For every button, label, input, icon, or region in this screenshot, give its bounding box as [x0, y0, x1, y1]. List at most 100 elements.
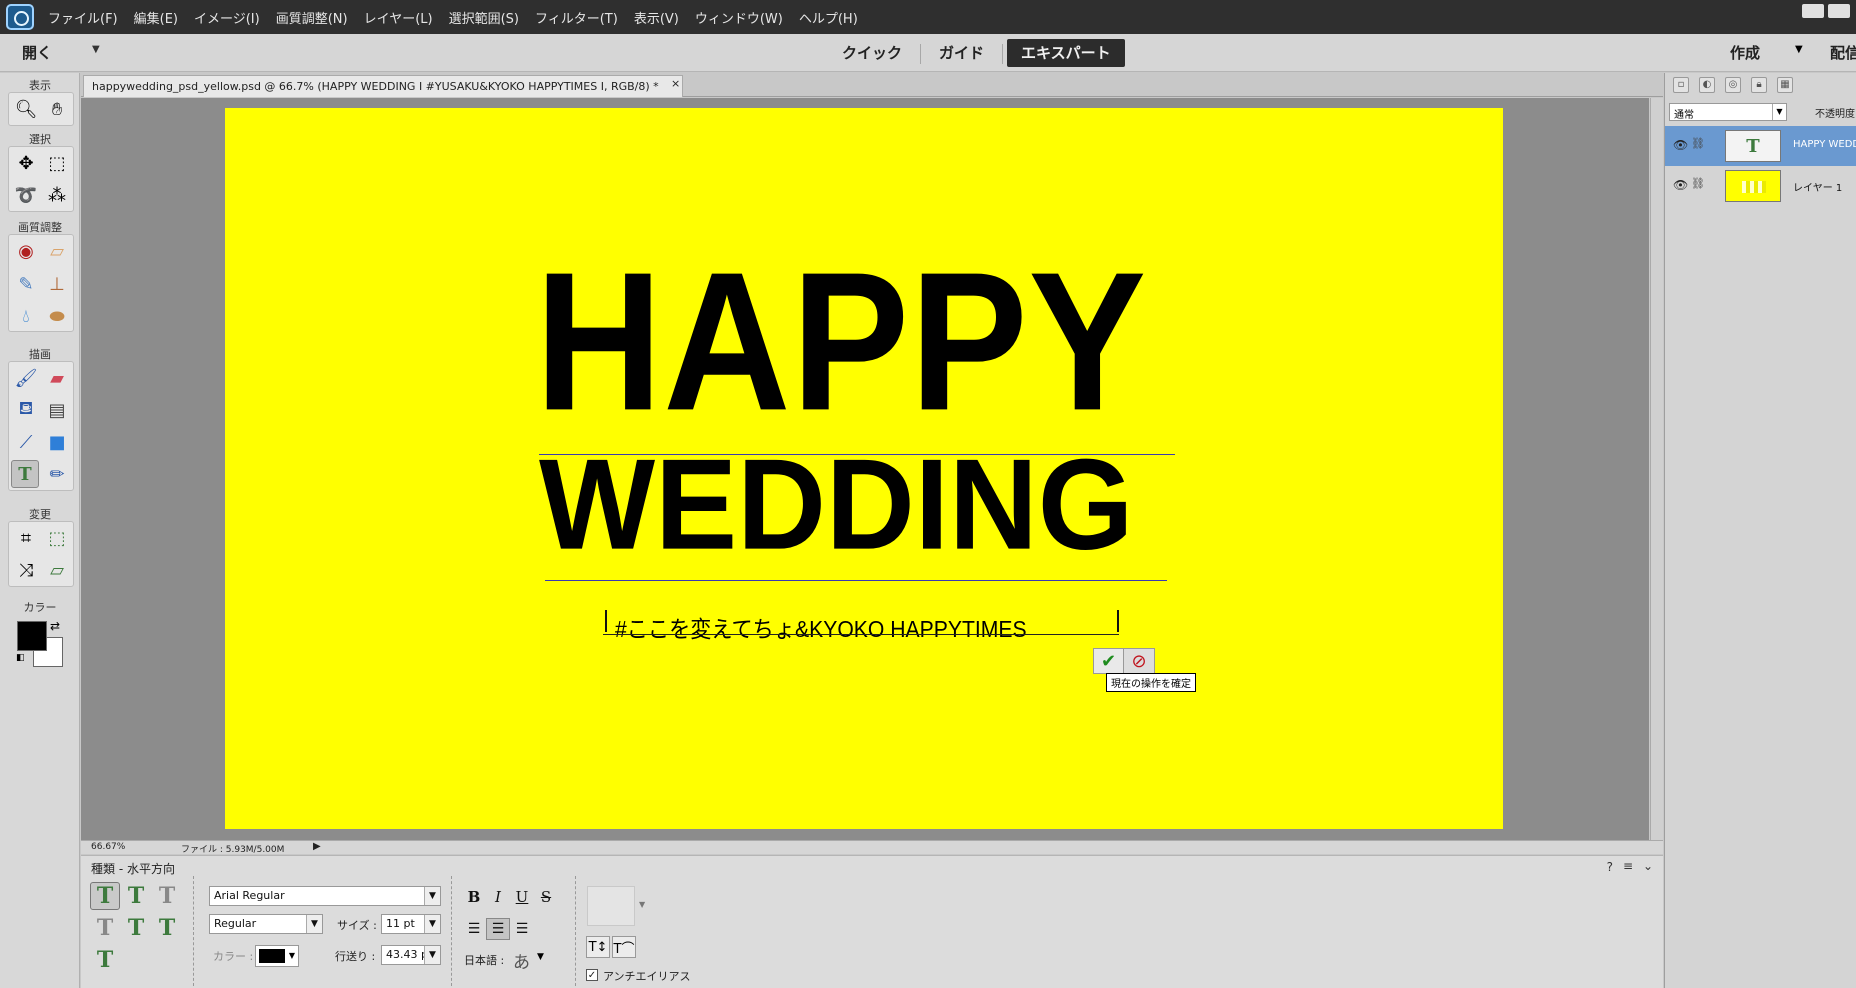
- menu-select[interactable]: 選択範囲(S): [449, 8, 519, 27]
- crop-tool-icon[interactable]: ⌗: [12, 524, 40, 552]
- options-menu-icon[interactable]: ≡: [1623, 859, 1633, 873]
- headline-wedding[interactable]: WEDDING: [539, 430, 1133, 579]
- italic-button[interactable]: I: [486, 886, 510, 908]
- brush-tool-icon[interactable]: 🖌︎: [12, 364, 40, 392]
- marquee-tool-icon[interactable]: ⬚: [43, 149, 71, 177]
- chevron-down-icon[interactable]: ▼: [639, 900, 645, 909]
- paint-bucket-tool-icon[interactable]: ⛾: [12, 396, 40, 424]
- menu-edit[interactable]: 編集(E): [134, 8, 178, 27]
- shape-tool-icon[interactable]: ■: [43, 428, 71, 456]
- lock-transparency-icon[interactable]: ▦: [1777, 77, 1793, 93]
- horizontal-type-mask-icon[interactable]: T: [152, 882, 182, 910]
- text-color-picker[interactable]: ▼: [255, 945, 299, 967]
- blur-tool-icon[interactable]: 💧︎: [12, 302, 40, 330]
- red-eye-tool-icon[interactable]: ◉: [12, 237, 40, 265]
- chevron-down-icon[interactable]: ▼: [537, 952, 544, 962]
- layer-mask-icon[interactable]: ◎: [1725, 77, 1741, 93]
- horizontal-type-icon[interactable]: T: [90, 882, 120, 910]
- tab-quick[interactable]: クイック: [828, 39, 916, 67]
- straighten-tool-icon[interactable]: ⏥: [43, 556, 71, 584]
- open-button[interactable]: 開く: [22, 42, 52, 63]
- zoom-tool-icon[interactable]: 🔍︎: [12, 95, 40, 123]
- magic-wand-tool-icon[interactable]: ⁂: [43, 181, 71, 209]
- text-on-shape-icon[interactable]: T: [152, 914, 182, 942]
- layer-row[interactable]: 👁︎ ⛓︎ レイヤー 1: [1665, 166, 1856, 206]
- document-tab[interactable]: happywedding_psd_yellow.psd @ 66.7% (HAP…: [83, 75, 683, 97]
- default-colors-icon[interactable]: ◧: [16, 653, 25, 663]
- app-logo-icon[interactable]: [6, 4, 34, 30]
- lasso-tool-icon[interactable]: ➰: [12, 181, 40, 209]
- menu-view[interactable]: 表示(V): [634, 8, 679, 27]
- underline-button[interactable]: U: [510, 886, 534, 908]
- foreground-color-swatch[interactable]: [17, 621, 47, 651]
- help-icon[interactable]: ?: [1607, 860, 1613, 874]
- menu-filter[interactable]: フィルター(T): [535, 8, 618, 27]
- vertical-type-mask-icon[interactable]: T: [90, 914, 120, 942]
- cancel-icon[interactable]: ⊘: [1124, 649, 1154, 673]
- collapse-icon[interactable]: ⌄: [1643, 859, 1653, 873]
- share-button[interactable]: 配信: [1830, 42, 1856, 63]
- menu-help[interactable]: ヘルプ(H): [799, 8, 858, 27]
- font-style-select[interactable]: Regular ▼: [209, 914, 323, 934]
- menu-window[interactable]: ウィンドウ(W): [695, 8, 783, 27]
- swap-colors-icon[interactable]: ⇄: [50, 619, 60, 633]
- menu-layer[interactable]: レイヤー(L): [364, 8, 433, 27]
- commit-checkmark-icon[interactable]: ✔: [1094, 649, 1124, 673]
- change-orientation-icon[interactable]: T↕: [586, 936, 610, 958]
- clone-stamp-tool-icon[interactable]: ⊥: [43, 270, 71, 298]
- vertical-scrollbar[interactable]: [1650, 98, 1663, 840]
- create-dropdown-icon[interactable]: ▼: [1795, 44, 1803, 55]
- new-layer-icon[interactable]: ▫: [1673, 77, 1689, 93]
- healing-brush-tool-icon[interactable]: ▱: [43, 237, 71, 265]
- font-size-select[interactable]: 11 pt ▼: [381, 914, 441, 934]
- layer-row[interactable]: 👁︎ ⛓︎ T HAPPY WEDDI: [1665, 126, 1856, 166]
- sponge-tool-icon[interactable]: ⬬: [43, 302, 71, 330]
- open-dropdown-icon[interactable]: ▼: [92, 44, 100, 55]
- vertical-type-icon[interactable]: T: [121, 882, 151, 910]
- status-menu-arrow-icon[interactable]: ▶: [313, 841, 321, 852]
- align-right-icon[interactable]: ☰: [510, 918, 534, 940]
- style-preview[interactable]: [587, 886, 635, 926]
- tab-expert[interactable]: エキスパート: [1007, 39, 1125, 67]
- tab-guided[interactable]: ガイド: [925, 39, 998, 67]
- font-family-select[interactable]: Arial Regular ▼: [209, 886, 441, 906]
- blend-mode-select[interactable]: 通常 ▼: [1669, 103, 1787, 121]
- text-on-selection-icon[interactable]: T: [121, 914, 151, 942]
- link-icon[interactable]: ⛓︎: [1691, 177, 1705, 193]
- lock-icon[interactable]: 🔒︎: [1751, 77, 1767, 93]
- artboard[interactable]: HAPPY WEDDING #ここを変えてちょ&KYOKO HAPPYTIMES…: [225, 108, 1503, 829]
- menu-enhance[interactable]: 画質調整(N): [276, 8, 348, 27]
- smart-brush-tool-icon[interactable]: ✎: [12, 270, 40, 298]
- warp-text-icon[interactable]: T⌒: [612, 936, 636, 958]
- eyedropper-tool-icon[interactable]: ⟋: [12, 428, 40, 456]
- close-document-icon[interactable]: ×: [671, 77, 680, 90]
- strikethrough-button[interactable]: S: [534, 886, 558, 908]
- recompose-tool-icon[interactable]: ⬚: [43, 524, 71, 552]
- content-aware-move-tool-icon[interactable]: ⤨: [12, 556, 40, 584]
- caption-text[interactable]: #ここを変えてちょ&KYOKO HAPPYTIMES: [615, 610, 1027, 644]
- eye-icon[interactable]: 👁︎: [1673, 138, 1688, 152]
- hand-tool-icon[interactable]: ✋︎: [43, 95, 71, 123]
- type-tool-icon[interactable]: T: [11, 460, 39, 488]
- text-on-path-icon[interactable]: T: [90, 946, 120, 974]
- bold-button[interactable]: B: [462, 886, 486, 908]
- leading-select[interactable]: 43.43 p ▼: [381, 945, 441, 965]
- align-left-icon[interactable]: ☰: [462, 918, 486, 940]
- mojikumi-icon[interactable]: あ: [513, 948, 530, 973]
- pencil-tool-icon[interactable]: ✏︎: [43, 460, 71, 488]
- antialias-checkbox[interactable]: ✓: [586, 969, 598, 981]
- gradient-tool-icon[interactable]: ▤: [43, 396, 71, 424]
- link-icon[interactable]: ⛓︎: [1691, 137, 1705, 153]
- menu-file[interactable]: ファイル(F): [48, 8, 118, 27]
- minimize-button[interactable]: [1802, 4, 1824, 18]
- eye-icon[interactable]: 👁︎: [1673, 178, 1688, 192]
- adjustment-layer-icon[interactable]: ◐: [1699, 77, 1715, 93]
- create-button[interactable]: 作成: [1730, 42, 1760, 63]
- align-center-icon[interactable]: ☰: [486, 918, 510, 940]
- canvas-area[interactable]: HAPPY WEDDING #ここを変えてちょ&KYOKO HAPPYTIMES…: [81, 98, 1649, 840]
- headline-happy[interactable]: HAPPY: [535, 228, 1147, 455]
- menu-image[interactable]: イメージ(I): [194, 8, 260, 27]
- move-tool-icon[interactable]: ✥: [12, 149, 40, 177]
- restore-button[interactable]: [1828, 4, 1850, 18]
- eraser-tool-icon[interactable]: ▰: [43, 364, 71, 392]
